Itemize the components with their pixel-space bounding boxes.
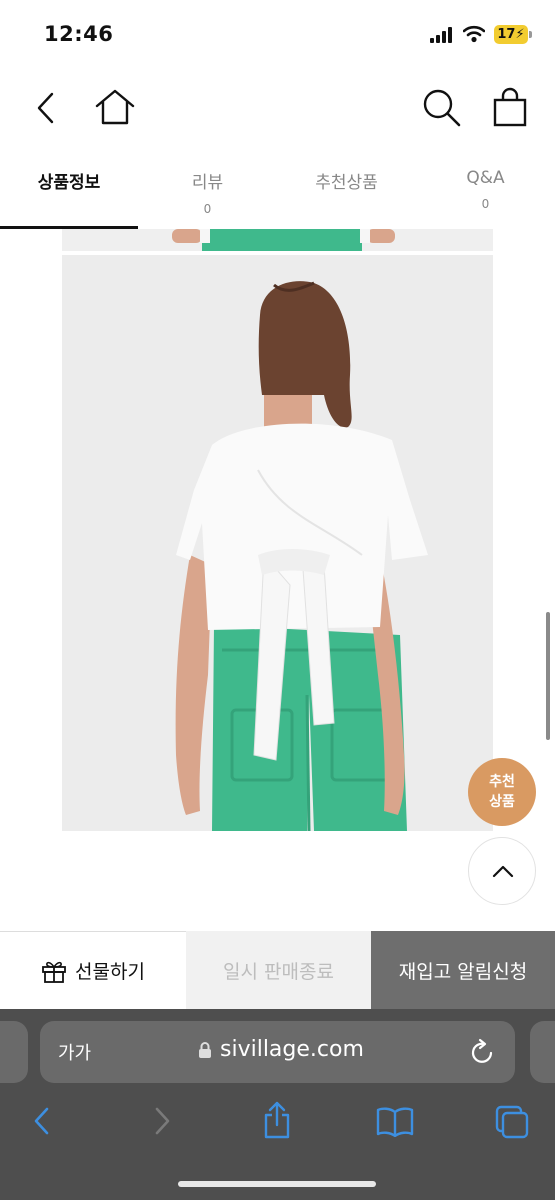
home-indicator[interactable] [178, 1181, 376, 1187]
page-format-button[interactable]: 가가 [58, 1039, 91, 1065]
product-tabs: 상품정보 리뷰 0 추천상품 Q&A 0 [0, 150, 555, 230]
gift-button[interactable]: 선물하기 [0, 931, 186, 1009]
status-time: 12:46 [44, 22, 114, 46]
tab-label: Q&A [466, 168, 505, 188]
tab-count: 0 [481, 197, 490, 211]
purchase-action-bar: 선물하기 일시 판매종료 재입고 알림신청 [0, 931, 555, 1009]
recommended-products-button[interactable]: 추천 상품 [468, 758, 536, 826]
tab-count: 0 [203, 202, 212, 216]
battery-indicator: 17 ⚡ [494, 25, 528, 44]
scroll-indicator[interactable] [546, 612, 550, 740]
gift-label: 선물하기 [75, 961, 145, 983]
previous-tab-peek[interactable] [0, 1021, 28, 1083]
cellular-signal-icon [430, 27, 452, 43]
browser-forward-icon[interactable] [152, 1106, 172, 1136]
app-header [0, 70, 555, 150]
recommend-label-line2: 상품 [489, 794, 515, 810]
tab-label: 상품정보 [37, 173, 101, 193]
browser-back-icon[interactable] [32, 1106, 52, 1136]
product-photo-previous [62, 229, 493, 251]
product-detail-content: 추천 상품 [0, 229, 555, 931]
chevron-up-icon [492, 865, 514, 878]
tab-label: 리뷰 [191, 173, 224, 193]
share-icon[interactable] [262, 1101, 292, 1139]
recommend-label-line1: 추천 [489, 774, 515, 790]
restock-alert-button[interactable]: 재입고 알림신청 [371, 931, 555, 1009]
tab-recommended[interactable]: 추천상품 [277, 150, 416, 228]
gift-icon [42, 961, 66, 983]
product-photo-back-view [62, 255, 493, 831]
battery-tip [529, 31, 532, 38]
status-bar: 12:46 17 ⚡ [0, 0, 555, 70]
safari-toolbar: 가가 sivillage.com [0, 1009, 555, 1200]
home-icon[interactable] [94, 88, 136, 126]
lock-icon [199, 1042, 211, 1058]
tabs-icon[interactable] [494, 1104, 530, 1140]
battery-level: 17 [497, 27, 516, 42]
wifi-icon [463, 25, 485, 43]
shopping-bag-icon[interactable] [492, 87, 528, 127]
sold-out-button[interactable]: 일시 판매종료 [186, 931, 371, 1009]
tab-qna[interactable]: Q&A 0 [416, 150, 555, 228]
search-icon[interactable] [422, 88, 462, 128]
bookmarks-icon[interactable] [376, 1107, 414, 1137]
tab-label: 추천상품 [315, 173, 378, 193]
address-bar[interactable]: 가가 sivillage.com [40, 1021, 515, 1083]
next-tab-peek[interactable] [530, 1021, 555, 1083]
scroll-to-top-button[interactable] [468, 837, 536, 905]
back-icon[interactable] [36, 92, 56, 124]
tab-reviews[interactable]: 리뷰 0 [138, 150, 277, 228]
tab-product-info[interactable]: 상품정보 [0, 150, 138, 228]
url-text[interactable]: sivillage.com [220, 1037, 364, 1062]
reload-icon[interactable] [470, 1038, 496, 1066]
